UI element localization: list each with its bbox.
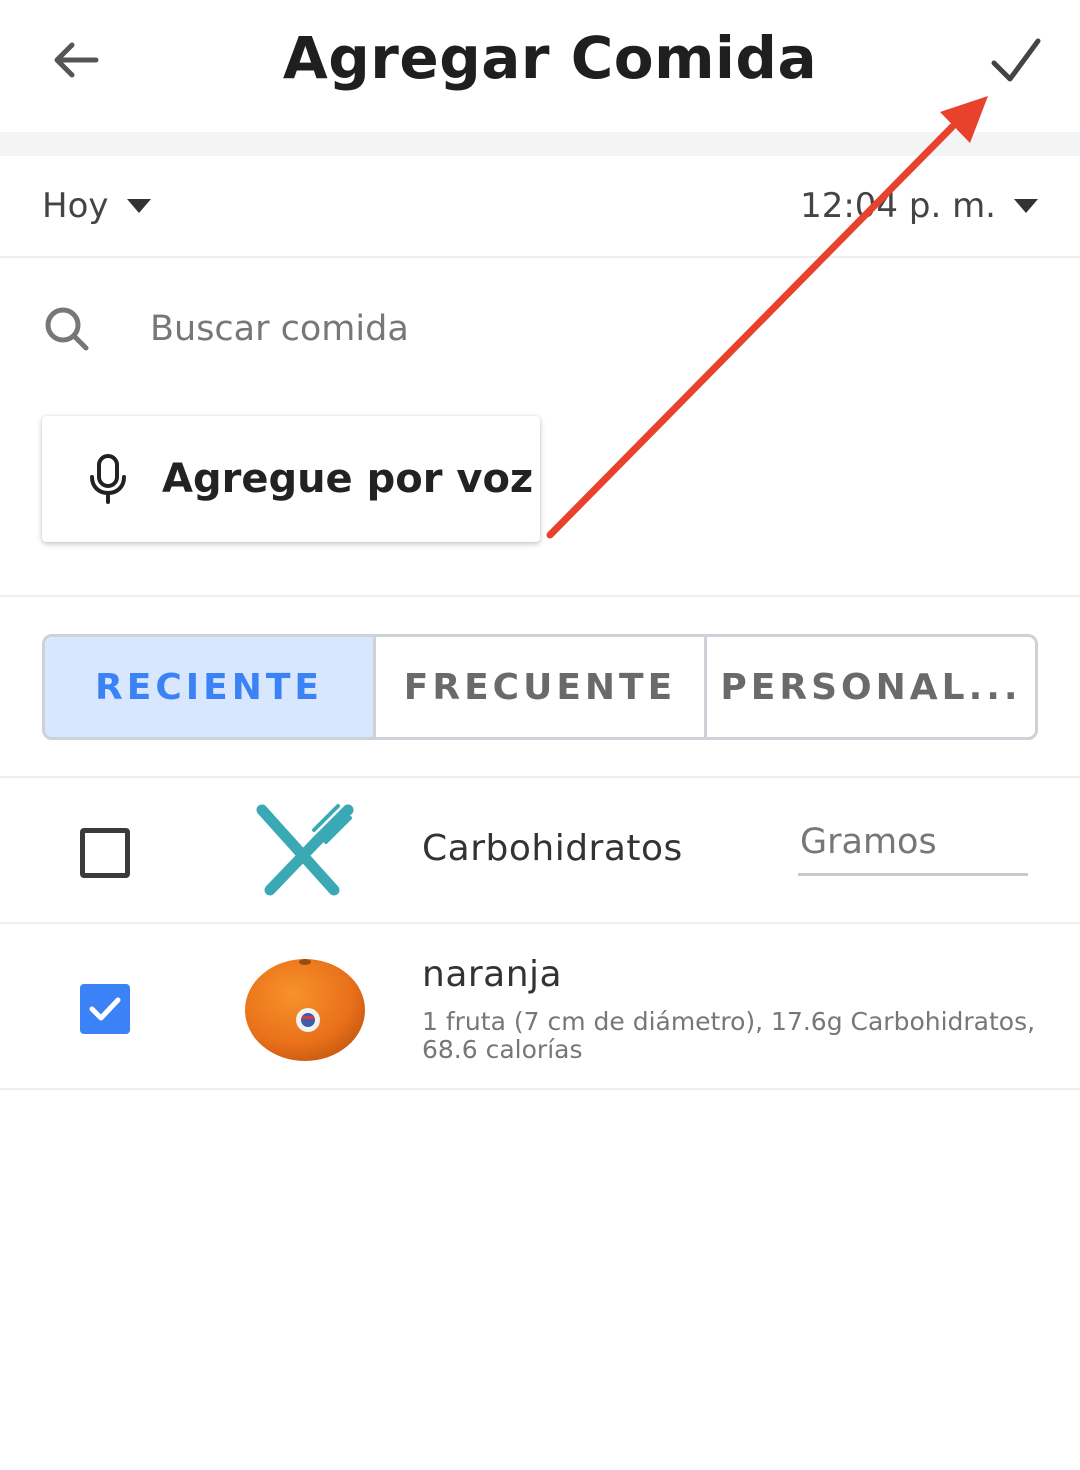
app-header: Agregar Comida (0, 0, 1080, 132)
check-icon (991, 38, 1041, 82)
done-button[interactable] (984, 30, 1048, 90)
page-title: Agregar Comida (282, 24, 818, 92)
food-description: 1 fruta (7 cm de diámetro), 17.6g Carboh… (422, 1007, 1036, 1064)
food-list-item: Carbohidratos Gramos (0, 778, 1080, 924)
caret-down-icon (126, 199, 151, 213)
divider (0, 595, 1080, 597)
food-checkbox[interactable] (80, 984, 130, 1034)
date-time-row: Hoy 12:04 p. m. (0, 156, 1080, 258)
food-list-item: naranja 1 fruta (7 cm de diámetro), 17.6… (0, 924, 1080, 1090)
food-name: Carbohidratos (422, 828, 683, 869)
tab-personal[interactable]: PERSONAL... (707, 637, 1035, 737)
food-tabs: RECIENTE FRECUENTE PERSONAL... (42, 634, 1038, 740)
cutlery-icon (256, 804, 354, 896)
voice-add-button[interactable]: Agregue por voz (42, 416, 540, 542)
search-icon (45, 307, 89, 351)
check-icon (89, 997, 121, 1021)
tab-reciente[interactable]: RECIENTE (45, 637, 376, 737)
orange-image (245, 959, 365, 1061)
date-value: Hoy (42, 186, 109, 226)
food-name: naranja (422, 954, 563, 995)
time-dropdown[interactable]: 12:04 p. m. (800, 186, 1038, 226)
caret-down-icon (1014, 199, 1038, 213)
header-separator (0, 132, 1080, 156)
tab-frecuente[interactable]: FRECUENTE (376, 637, 707, 737)
time-value: 12:04 p. m. (800, 186, 996, 226)
grams-input[interactable]: Gramos (798, 822, 1028, 876)
microphone-icon (90, 454, 126, 504)
food-checkbox[interactable] (80, 828, 130, 878)
voice-add-label: Agregue por voz (162, 456, 534, 502)
search-input[interactable] (150, 298, 1030, 360)
date-dropdown[interactable]: Hoy (42, 186, 151, 226)
search-bar (0, 260, 1080, 400)
